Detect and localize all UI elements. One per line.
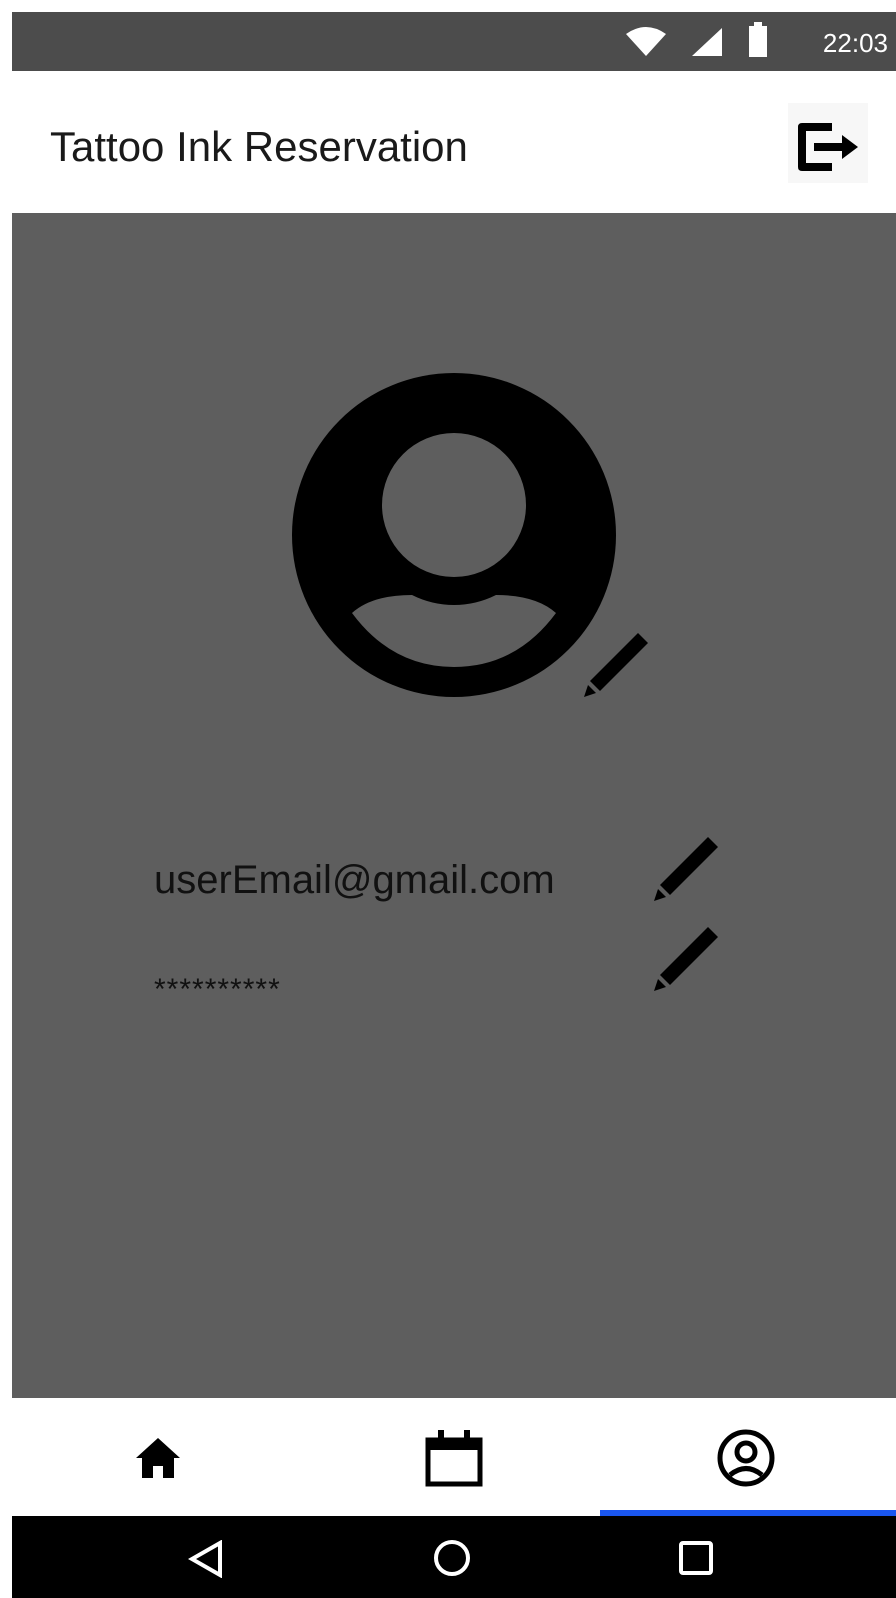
edit-avatar-button[interactable] (582, 631, 650, 701)
battery-icon (749, 22, 767, 57)
system-back-button[interactable] (146, 1516, 266, 1598)
edit-email-button[interactable] (652, 835, 720, 905)
recents-icon (679, 1541, 713, 1575)
account-circle-icon (717, 1429, 775, 1487)
edit-password-button[interactable] (652, 925, 720, 995)
home-circle-icon (434, 1540, 470, 1576)
cell-signal-icon (692, 28, 722, 56)
pencil-icon (654, 927, 718, 991)
logout-icon (798, 123, 858, 171)
nav-profile[interactable] (600, 1398, 896, 1516)
home-icon (136, 1438, 180, 1478)
system-recents-button[interactable] (636, 1516, 756, 1598)
phone-screen: 22:03 Tattoo Ink Reservation userEmail@g… (12, 12, 896, 1598)
nav-reservations[interactable] (306, 1398, 600, 1516)
bottom-navigation (12, 1398, 896, 1516)
nav-home[interactable] (12, 1398, 306, 1516)
wifi-icon (626, 27, 666, 56)
pencil-icon (584, 633, 648, 697)
system-home-button[interactable] (392, 1516, 512, 1598)
system-navigation-bar (12, 1516, 896, 1598)
app-bar: Tattoo Ink Reservation (12, 71, 896, 213)
page-title: Tattoo Ink Reservation (50, 123, 468, 170)
status-time: 22:03 (822, 28, 888, 58)
pencil-icon (654, 837, 718, 901)
password-value: ********** (154, 973, 281, 1006)
back-icon (188, 1540, 222, 1578)
logout-button[interactable] (788, 103, 868, 183)
status-bar: 22:03 (12, 12, 896, 71)
calendar-icon (425, 1430, 483, 1487)
profile-content: userEmail@gmail.com ********** (12, 213, 896, 1398)
email-value: userEmail@gmail.com (154, 858, 555, 902)
account-circle-icon (292, 373, 616, 697)
